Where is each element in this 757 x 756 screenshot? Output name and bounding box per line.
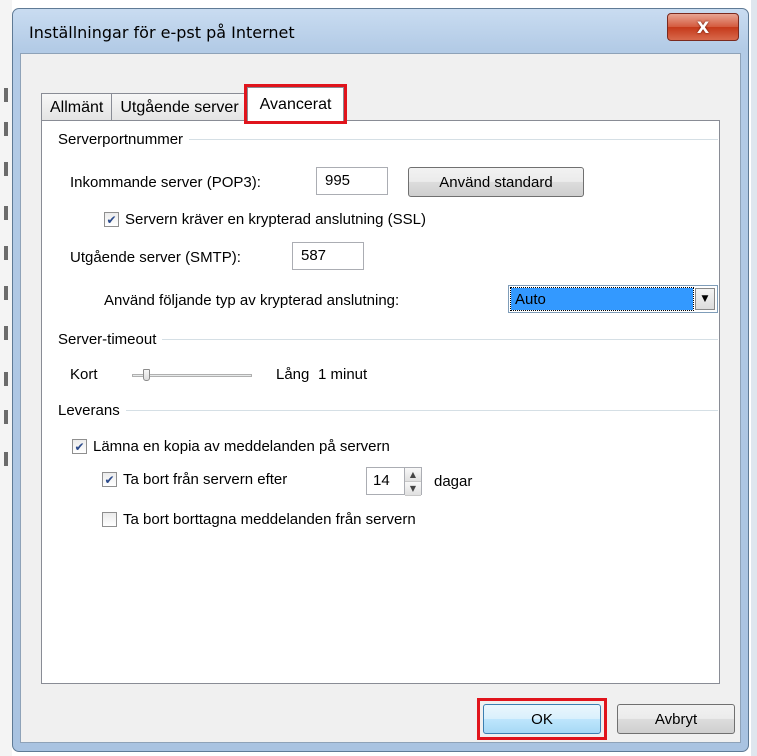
background-text-fragment [4,410,8,424]
spin-up-icon[interactable]: ▲ [405,468,421,482]
background-text-fragment [4,286,8,300]
days-field[interactable]: 14 [366,467,408,495]
tab-general[interactable]: Allmänt [41,93,113,121]
divider [125,410,718,411]
tab-strip: Allmänt Utgående server Avancerat [41,84,348,124]
days-unit-label: dagar [434,473,473,490]
ssl-checkbox-label: Servern kräver en krypterad anslutning (… [125,211,426,228]
group-header-label: Serverportnummer [58,131,184,148]
incoming-port-field[interactable]: 995 [316,167,388,195]
background-text-fragment [4,206,8,220]
background-app-edge [0,0,12,756]
incoming-server-label: Inkommande server (POP3): [70,174,261,191]
use-default-button[interactable]: Använd standard [408,167,584,197]
close-icon: X [696,17,710,37]
background-text-fragment [4,452,8,466]
background-text-fragment [4,162,8,176]
group-header-label: Leverans [58,402,120,419]
divider [189,139,718,140]
cancel-button[interactable]: Avbryt [617,704,735,734]
slider-max-label: Lång [276,366,310,383]
leave-copy-row[interactable]: ✔ Lämna en kopia av meddelanden på serve… [72,438,390,455]
settings-dialog: Inställningar för e-pst på Internet X Al… [12,8,749,752]
encryption-type-value: Auto [510,287,694,311]
ok-button[interactable]: OK [483,704,601,734]
days-spinner[interactable]: ▲ ▼ [404,467,422,496]
timeout-slider-thumb[interactable] [143,369,151,381]
dialog-client-area: Allmänt Utgående server Avancerat Server… [20,53,741,743]
outgoing-server-label: Utgående server (SMTP): [70,249,241,266]
background-text-fragment [4,326,8,340]
title-bar[interactable]: Inställningar för e-pst på Internet X [13,9,748,55]
leave-copy-label: Lämna en kopia av meddelanden på servern [93,438,390,455]
encryption-type-select[interactable]: Auto ▼ [508,285,718,313]
remove-after-row[interactable]: ✔ Ta bort från servern efter [102,471,287,488]
server-ports-group: Serverportnummer [58,131,718,148]
delivery-group: Leverans [58,402,718,419]
background-app-right-edge [751,0,757,756]
background-text-fragment [4,246,8,260]
background-text-fragment [4,122,8,136]
slider-min-label: Kort [70,366,98,383]
encryption-type-label: Använd följande typ av krypterad anslutn… [104,292,400,309]
remove-deleted-label: Ta bort borttagna meddelanden från serve… [123,511,416,528]
tab-outgoing-server[interactable]: Utgående server [111,93,248,121]
chevron-down-icon[interactable]: ▼ [695,288,715,310]
advanced-tab-panel: Serverportnummer Inkommande server (POP3… [41,120,720,684]
remove-deleted-checkbox[interactable] [102,512,117,527]
background-text-fragment [4,88,8,102]
remove-after-label: Ta bort från servern efter [123,471,288,488]
background-text-fragment [4,372,8,386]
dialog-title: Inställningar för e-pst på Internet [29,23,295,42]
remove-deleted-row[interactable]: Ta bort borttagna meddelanden från serve… [102,511,416,528]
spin-down-icon[interactable]: ▼ [405,482,421,496]
group-header-label: Server-timeout [58,331,157,348]
tab-advanced[interactable]: Avancerat [243,84,348,124]
remove-after-checkbox[interactable]: ✔ [102,472,117,487]
close-button[interactable]: X [667,13,739,41]
ssl-checkbox[interactable]: ✔ [104,212,119,227]
divider [162,339,718,340]
ssl-checkbox-row[interactable]: ✔ Servern kräver en krypterad anslutning… [104,211,426,228]
leave-copy-checkbox[interactable]: ✔ [72,439,87,454]
outgoing-port-field[interactable]: 587 [292,242,364,270]
timeout-value: 1 minut [318,366,368,383]
server-timeout-group: Server-timeout [58,331,718,348]
